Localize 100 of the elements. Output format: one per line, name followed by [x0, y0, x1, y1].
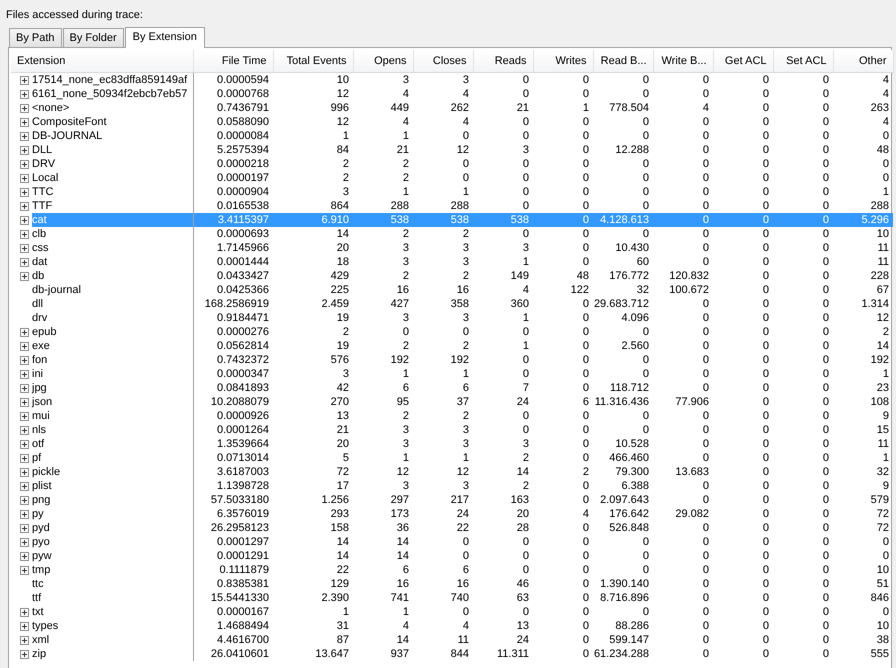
table-cell-text: 0: [822, 269, 830, 283]
table-row[interactable]: drv 0.9184471 19 3 3 1 0 4.096 0 0 0 12: [11, 311, 893, 325]
table-row[interactable]: mui 0.0000926 13 2 2 0 0 0 0 0 0 9: [11, 409, 893, 423]
table-row[interactable]: ini 0.0000347 3 1 1 0 0 0 0 0 0 1: [11, 367, 893, 381]
table-row[interactable]: types 1.4688494 31 4 4 13 0 88.286 0 0 0 10: [11, 619, 893, 633]
table-row[interactable]: db 0.0433427 429 2 2 149 48 176.772 120.832 0 0 228: [11, 269, 893, 283]
expand-icon[interactable]: [20, 552, 29, 560]
table-row[interactable]: exe 0.0562814 19 2 2 1 0 2.560 0 0 0 14: [11, 339, 893, 353]
expand-icon[interactable]: [20, 370, 29, 378]
table-row[interactable]: clb 0.0000693 14 2 2 0 0 0 0 0 0 10: [11, 227, 893, 241]
table-row[interactable]: pf 0.0713014 5 1 1 2 0 466.460 0 0 0 1: [11, 451, 893, 465]
table-row[interactable]: ttf 15.5441330 2.390 741 740 63 0 8.716.896 0 0 0 846: [11, 591, 893, 605]
table-row[interactable]: 17514_none_ec83dffa859149af 0.0000594 10 3 3 0 0 0 0 0 0 4: [11, 72, 893, 87]
table-cell-text: 173: [390, 507, 410, 521]
expand-icon[interactable]: [20, 524, 29, 532]
table-row[interactable]: 6161_none_50934f2ebcb7eb57 0.0000768 12 4 4 0 0 0 0 0 0 4: [11, 87, 893, 101]
expand-icon[interactable]: [20, 538, 29, 546]
column-header[interactable]: Total Events: [273, 50, 353, 72]
table-row[interactable]: fon 0.7432372 576 192 192 0 0 0 0 0 0 192: [11, 353, 893, 367]
table-cell: 0.0000347: [193, 367, 273, 381]
column-header[interactable]: Set ACL: [773, 50, 833, 72]
expand-icon[interactable]: [20, 342, 29, 350]
tab[interactable]: By Extension: [124, 27, 205, 48]
expand-icon[interactable]: [20, 496, 29, 504]
expand-icon[interactable]: [20, 76, 29, 84]
table-row[interactable]: DLL 5.2575394 84 21 12 3 0 12.288 0 0 0 48: [11, 143, 893, 157]
column-header[interactable]: File Time: [193, 50, 273, 72]
expand-icon[interactable]: [20, 426, 29, 434]
table-row[interactable]: pyw 0.0001291 14 14 0 0 0 0 0 0 0 0: [11, 549, 893, 563]
table-row[interactable]: ttc 0.8385381 129 16 16 46 0 1.390.140 0 0 0 51: [11, 577, 893, 591]
table-row[interactable]: db-journal 0.0425366 225 16 16 4 122 32 100.672 0 0 67: [11, 283, 893, 297]
table-row[interactable]: dll 168.2586919 2.459 427 358 360 0 29.683.712 0 0 0 1.314: [11, 297, 893, 311]
column-header[interactable]: Write B...: [653, 50, 713, 72]
table-row[interactable]: epub 0.0000276 2 0 0 0 0 0 0 0 0 2: [11, 325, 893, 339]
expand-icon[interactable]: [20, 384, 29, 392]
expand-icon[interactable]: [20, 622, 29, 630]
expand-icon[interactable]: [20, 202, 29, 210]
column-header[interactable]: Opens: [353, 50, 413, 72]
expand-icon[interactable]: [20, 356, 29, 364]
expand-icon[interactable]: [20, 272, 29, 280]
table-row[interactable]: json 10.2088079 270 95 37 24 6 11.316.436 77.906 0 0 108: [11, 395, 893, 409]
expand-icon[interactable]: [20, 650, 29, 658]
table-cell-text: 2: [462, 339, 470, 353]
expand-icon[interactable]: [20, 230, 29, 238]
table-cell-text: 0: [462, 157, 470, 171]
expand-icon[interactable]: [20, 454, 29, 462]
table-row[interactable]: otf 1.3539664 20 3 3 3 0 10.528 0 0 0 11: [11, 437, 893, 451]
table-row[interactable]: pickle 3.6187003 72 12 12 14 2 79.300 13.683 0 0 32: [11, 465, 893, 479]
column-header[interactable]: Other: [833, 50, 893, 72]
table-row[interactable]: png 57.5033180 1.256 297 217 163 0 2.097.643 0 0 0 579: [11, 493, 893, 507]
column-header[interactable]: Reads: [473, 50, 533, 72]
column-header[interactable]: Read B...: [593, 50, 653, 72]
tab[interactable]: By Folder: [62, 28, 124, 47]
expand-icon[interactable]: [20, 244, 29, 252]
table-row[interactable]: py 6.3576019 293 173 24 20 4 176.642 29.082 0 0 72: [11, 507, 893, 521]
table-row[interactable]: zip 26.0410601 13.647 937 844 11.311 0 61.234.288 0 0 0 555: [11, 647, 893, 661]
expand-icon[interactable]: [20, 258, 29, 266]
expand-icon[interactable]: [20, 412, 29, 420]
expand-icon[interactable]: [20, 468, 29, 476]
expand-icon[interactable]: [20, 118, 29, 126]
table-row[interactable]: nls 0.0001264 21 3 3 0 0 0 0 0 0 15: [11, 423, 893, 437]
expand-icon[interactable]: [20, 174, 29, 182]
expand-icon[interactable]: [20, 608, 29, 616]
expand-icon[interactable]: [20, 160, 29, 168]
column-header[interactable]: Closes: [413, 50, 473, 72]
table-row[interactable]: css 1.7145966 20 3 3 3 0 10.430 0 0 0 11: [11, 241, 893, 255]
expand-icon[interactable]: [20, 482, 29, 490]
table-cell-text: 31: [336, 619, 350, 633]
table-cell-text: 0: [882, 157, 890, 171]
table-row[interactable]: txt 0.0000167 1 1 0 0 0 0 0 0 0 0: [11, 605, 893, 619]
expand-icon[interactable]: [20, 398, 29, 406]
table-cell-text: 0: [642, 171, 650, 185]
column-header[interactable]: Extension: [11, 50, 193, 72]
expand-icon[interactable]: [20, 188, 29, 196]
expand-icon[interactable]: [20, 328, 29, 336]
table-row[interactable]: CompositeFont 0.0588090 12 4 4 0 0 0 0 0 0 4: [11, 115, 893, 129]
expand-icon[interactable]: [20, 566, 29, 574]
expand-icon[interactable]: [20, 216, 29, 224]
tab[interactable]: By Path: [9, 28, 62, 47]
expand-icon[interactable]: [20, 146, 29, 154]
table-row[interactable]: <none> 0.7436791 996 449 262 21 1 778.504 4 0 0 263: [11, 101, 893, 115]
expand-icon[interactable]: [20, 104, 29, 112]
expand-icon[interactable]: [20, 636, 29, 644]
table-row[interactable]: pyd 26.2958123 158 36 22 28 0 526.848 0 0 0 72: [11, 521, 893, 535]
table-row[interactable]: TTC 0.0000904 3 1 1 0 0 0 0 0 0 1: [11, 185, 893, 199]
expand-icon[interactable]: [20, 440, 29, 448]
column-header[interactable]: Writes: [533, 50, 593, 72]
table-row[interactable]: dat 0.0001444 18 3 3 1 0 60 0 0 0 11: [11, 255, 893, 269]
table-row[interactable]: DB-JOURNAL 0.0000084 1 1 0 0 0 0 0 0 0 0: [11, 129, 893, 143]
column-header[interactable]: Get ACL: [713, 50, 773, 72]
expand-icon[interactable]: [20, 90, 29, 98]
table-row[interactable]: xml 4.4616700 87 14 11 24 0 599.147 0 0 0 38: [11, 633, 893, 647]
table-row[interactable]: pyo 0.0001297 14 14 0 0 0 0 0 0 0 0: [11, 535, 893, 549]
table-row[interactable]: Local 0.0000197 2 2 0 0 0 0 0 0 0 0: [11, 171, 893, 185]
expand-icon[interactable]: [20, 510, 29, 518]
table-row[interactable]: plist 1.1398728 17 3 3 2 0 6.388 0 0 0 9: [11, 479, 893, 493]
table-row[interactable]: DRV 0.0000218 2 2 0 0 0 0 0 0 0 0: [11, 157, 893, 171]
table-row[interactable]: jpg 0.0841893 42 6 6 7 0 118.712 0 0 0 23: [11, 381, 893, 395]
expand-icon[interactable]: [20, 132, 29, 140]
table-row[interactable]: tmp 0.1111879 22 6 6 0 0 0 0 0 0 10: [11, 563, 893, 577]
